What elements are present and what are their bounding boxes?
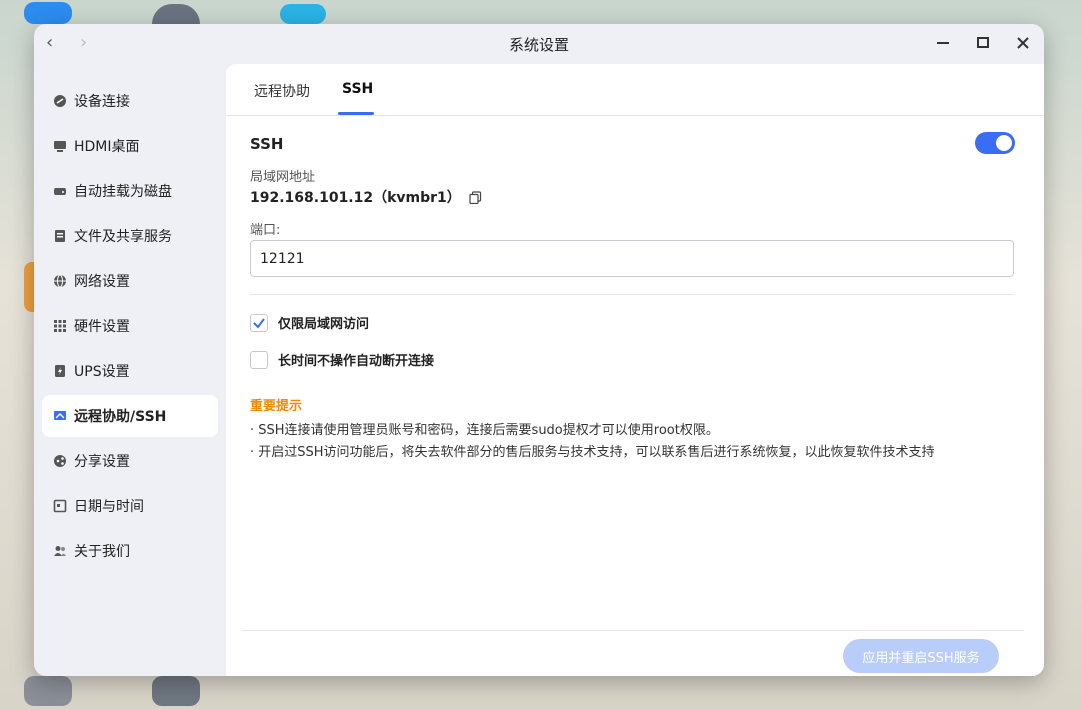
desktop-app-icon[interactable] <box>24 2 72 24</box>
sidebar-item-label: 硬件设置 <box>74 319 130 335</box>
sidebar-item-hardware[interactable]: 硬件设置 <box>42 305 218 347</box>
sidebar-item-label: 文件及共享服务 <box>74 229 172 245</box>
lan-address-row: 192.168.101.12（kvmbr1） <box>250 187 482 207</box>
sidebar-item-label: UPS设置 <box>74 364 130 380</box>
title-bar: ‹ › 系统设置 <box>34 24 1044 64</box>
sidebar-item-hdmi[interactable]: HDMI桌面 <box>42 125 218 167</box>
sidebar-item-label: 关于我们 <box>74 544 130 560</box>
sidebar-item-label: 自动挂载为磁盘 <box>74 184 172 200</box>
sidebar-item-label: 日期与时间 <box>74 499 144 515</box>
disk-icon <box>53 184 67 198</box>
monitor-icon <box>53 139 67 153</box>
main-panel: 远程协助 SSH SSH 局域网地址 192.168.101.12（kvmbr1… <box>226 64 1044 676</box>
notice-line: · 开启过SSH访问功能后，将失去软件部分的售后服务与技术支持，可以联系售后进行… <box>250 445 935 460</box>
sidebar-item-label: HDMI桌面 <box>74 139 140 155</box>
active-tab-indicator <box>338 112 374 115</box>
notice-title: 重要提示 <box>250 399 303 414</box>
auto-disconnect-checkbox[interactable] <box>250 350 268 369</box>
copy-icon[interactable] <box>469 190 482 204</box>
footer-divider <box>241 630 1024 631</box>
minimize-icon[interactable] <box>932 32 954 54</box>
share-icon <box>53 454 67 468</box>
port-label: 端口: <box>250 223 281 238</box>
desktop-app-icon[interactable] <box>280 4 326 24</box>
lan-address-label: 局域网地址 <box>250 170 316 185</box>
sidebar-item-remote-ssh[interactable]: 远程协助/SSH <box>42 395 218 437</box>
globe-icon <box>53 274 67 288</box>
grid-icon <box>53 319 67 333</box>
tab-bar: 远程协助 SSH <box>226 64 1044 116</box>
lan-address-value: 192.168.101.12（kvmbr1） <box>250 190 461 206</box>
sidebar-item-ups[interactable]: UPS设置 <box>42 350 218 392</box>
tab-ssh[interactable]: SSH <box>342 81 373 97</box>
ups-icon <box>53 364 67 378</box>
ssh-section-title: SSH <box>250 135 284 153</box>
divider <box>250 294 1014 295</box>
tab-remote-assist[interactable]: 远程协助 <box>254 81 310 101</box>
lan-only-label: 仅限局域网访问 <box>278 317 370 332</box>
ssh-toggle[interactable] <box>975 132 1015 154</box>
maximize-icon[interactable] <box>972 32 994 54</box>
window-title: 系统设置 <box>508 36 569 54</box>
sidebar-item-label: 远程协助/SSH <box>74 409 167 425</box>
lan-only-checkbox[interactable] <box>250 313 268 332</box>
sidebar-item-label: 分享设置 <box>74 454 130 470</box>
sidebar-item-label: 网络设置 <box>74 274 130 290</box>
file-share-icon <box>53 229 67 243</box>
sidebar-item-network[interactable]: 网络设置 <box>42 260 218 302</box>
people-icon <box>53 544 67 558</box>
lan-only-option[interactable]: 仅限局域网访问 <box>250 313 369 332</box>
sidebar-item-automount[interactable]: 自动挂载为磁盘 <box>42 170 218 212</box>
sidebar-item-share-settings[interactable]: 分享设置 <box>42 440 218 482</box>
sidebar-item-label: 设备连接 <box>74 94 130 110</box>
settings-window: ‹ › 系统设置 设备连接 HDMI桌面 自动挂载为磁盘 文件及共享服务 网络设… <box>34 24 1044 676</box>
calendar-icon <box>53 499 67 513</box>
sidebar: 设备连接 HDMI桌面 自动挂载为磁盘 文件及共享服务 网络设置 硬件设置 UP… <box>34 64 226 676</box>
sidebar-item-file-share[interactable]: 文件及共享服务 <box>42 215 218 257</box>
close-icon[interactable] <box>1012 32 1034 54</box>
notice-line: · SSH连接请使用管理员账号和密码，连接后需要sudo提权才可以使用root权… <box>250 423 719 438</box>
desktop-app-icon[interactable] <box>24 676 72 706</box>
auto-disconnect-label: 长时间不操作自动断开连接 <box>278 354 435 369</box>
checkmark-icon <box>253 317 265 329</box>
sidebar-item-device-connection[interactable]: 设备连接 <box>42 80 218 122</box>
auto-disconnect-option[interactable]: 长时间不操作自动断开连接 <box>250 350 434 369</box>
remote-icon <box>53 409 67 423</box>
port-input[interactable] <box>250 240 1014 277</box>
sidebar-item-about[interactable]: 关于我们 <box>42 530 218 572</box>
link-icon <box>53 94 67 108</box>
desktop-server-icon[interactable] <box>152 676 200 706</box>
sidebar-item-date-time[interactable]: 日期与时间 <box>42 485 218 527</box>
apply-restart-ssh-button[interactable]: 应用并重启SSH服务 <box>843 639 999 673</box>
toggle-knob <box>996 135 1012 151</box>
